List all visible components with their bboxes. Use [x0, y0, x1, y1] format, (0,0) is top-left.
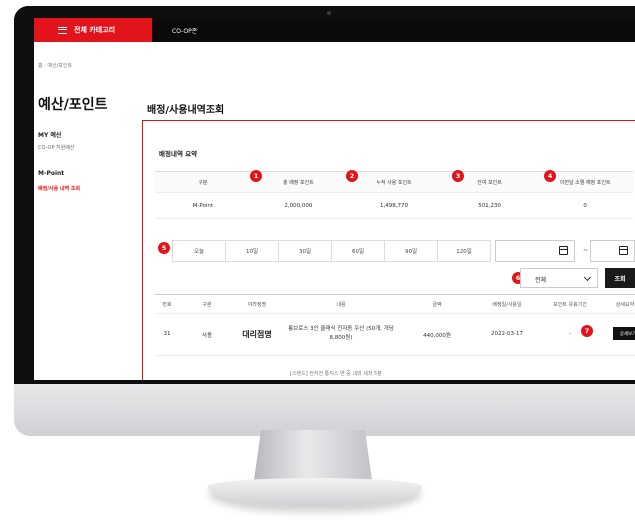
calendar-icon[interactable] — [559, 246, 568, 255]
summary-header-total: 총 배정 포인트 — [283, 179, 314, 186]
start-date-field[interactable] — [495, 240, 575, 262]
period-30d-button[interactable]: 30일 — [278, 240, 332, 262]
detail-view-button[interactable]: 상세보기 — [613, 327, 635, 340]
row-date: 2022-03-17 — [491, 331, 523, 337]
row-amount: 440,000원 — [423, 333, 451, 339]
summary-row: M-Point 2,000,000 1,498,770 501,230 0 — [155, 193, 633, 219]
coop-zone-link[interactable]: CO-OP존 — [172, 26, 197, 35]
summary-table: 구분 총 배정 포인트 누적 사용 포인트 잔여 포인트 이번달 소멸 예정 포… — [155, 171, 633, 219]
period-today-button[interactable]: 오늘 — [172, 240, 226, 262]
badge-5: 5 — [158, 242, 170, 254]
summary-value-total: 2,000,000 — [284, 202, 313, 209]
period-90d-button[interactable]: 90일 — [384, 240, 438, 262]
calendar-icon[interactable] — [619, 246, 628, 255]
period-120d-button[interactable]: 120일 — [437, 240, 491, 262]
camera-dot — [327, 11, 331, 15]
search-button[interactable]: 조회 — [605, 268, 635, 288]
page-title: 배정/사용내역조회 — [147, 105, 225, 116]
top-nav: 전체 카테고리 CO-OP존 — [34, 18, 635, 42]
sidebar-item-history[interactable]: 배정/사용 내역 조회 — [38, 185, 80, 192]
screen: 전체 카테고리 CO-OP존 홈 · 예산/포인트 예산/포인트 MY 예산 C… — [34, 18, 635, 380]
badge-3: 3 — [452, 170, 464, 182]
sidebar-heading-my-budget: MY 예산 — [38, 132, 62, 139]
menu-icon — [58, 26, 67, 34]
sidebar-heading-mpoint: M-Point — [38, 170, 65, 177]
summary-header-type: 구분 — [198, 179, 208, 186]
summary-value-type: M-Point — [192, 202, 213, 209]
monitor-stand — [254, 430, 372, 480]
summary-value-used: 1,498,770 — [379, 202, 408, 209]
sidebar-item-coop-budget[interactable]: CO-OP 지원예산 — [38, 144, 74, 151]
row-content-line1: 롱브로스 3인 클래식 전자동 우산 (50개, 개당 — [288, 326, 394, 332]
badge-2: 2 — [346, 170, 358, 182]
date-separator: ~ — [583, 247, 589, 254]
col-store: 야라정명 — [247, 302, 267, 308]
monitor-bezel: 전체 카테고리 CO-OP존 홈 · 예산/포인트 예산/포인트 MY 예산 C… — [14, 6, 635, 384]
table-row: 31 사용 대리점명 롱브로스 3인 클래식 전자동 우산 (50개, 개당 8… — [155, 314, 635, 356]
type-select-value: 전체 — [535, 277, 547, 284]
summary-header-row: 구분 총 배정 포인트 누적 사용 포인트 잔여 포인트 이번달 소멸 예정 포… — [155, 171, 633, 193]
col-content: 내용 — [336, 302, 346, 308]
all-category-button[interactable]: 전체 카테고리 — [34, 18, 152, 42]
row-store: 대리점명 — [242, 330, 272, 339]
row-number: 31 — [163, 331, 171, 337]
chevron-down-icon — [583, 273, 592, 282]
badge-4: 4 — [544, 170, 556, 182]
col-date: 배정일/사용일 — [492, 302, 522, 308]
col-type: 구분 — [202, 302, 212, 308]
partial-next-row: [스탠드] 전자전 통지스 벤 중 내외 세저 5분 — [290, 371, 382, 377]
monitor-base — [208, 478, 422, 506]
period-10d-button[interactable]: 10일 — [225, 240, 279, 262]
badge-1: 1 — [250, 170, 262, 182]
col-detail: 상세요약 — [615, 302, 635, 308]
row-content-line2: 8,800원) — [329, 335, 353, 341]
row-type: 사용 — [201, 333, 213, 339]
monitor-frame: 전체 카테고리 CO-OP존 홈 · 예산/포인트 예산/포인트 MY 예산 C… — [14, 6, 635, 436]
summary-header-used: 누적 사용 포인트 — [376, 179, 412, 186]
all-category-label: 전체 카테고리 — [74, 26, 116, 34]
breadcrumb: 홈 · 예산/포인트 — [38, 63, 73, 69]
monitor-chin — [14, 384, 635, 436]
col-number: 번호 — [162, 302, 172, 308]
summary-value-remaining: 501,230 — [478, 202, 501, 209]
row-validity: - — [569, 331, 571, 337]
type-select[interactable]: 전체 — [520, 268, 598, 288]
col-validity: 포인트 유효기간 — [553, 302, 587, 308]
period-60d-button[interactable]: 60일 — [331, 240, 385, 262]
summary-value-expiring: 0 — [583, 202, 587, 209]
period-filter: 오늘 10일 30일 60일 90일 120일 — [172, 240, 491, 262]
col-amount: 금액 — [432, 302, 442, 308]
summary-title: 배정내역 요약 — [159, 150, 198, 158]
sidebar-title: 예산/포인트 — [38, 97, 108, 113]
end-date-field[interactable] — [590, 240, 635, 262]
history-table-header: 번호 구분 야라정명 내용 금액 배정일/사용일 포인트 유효기간 상세요약 — [155, 294, 635, 314]
